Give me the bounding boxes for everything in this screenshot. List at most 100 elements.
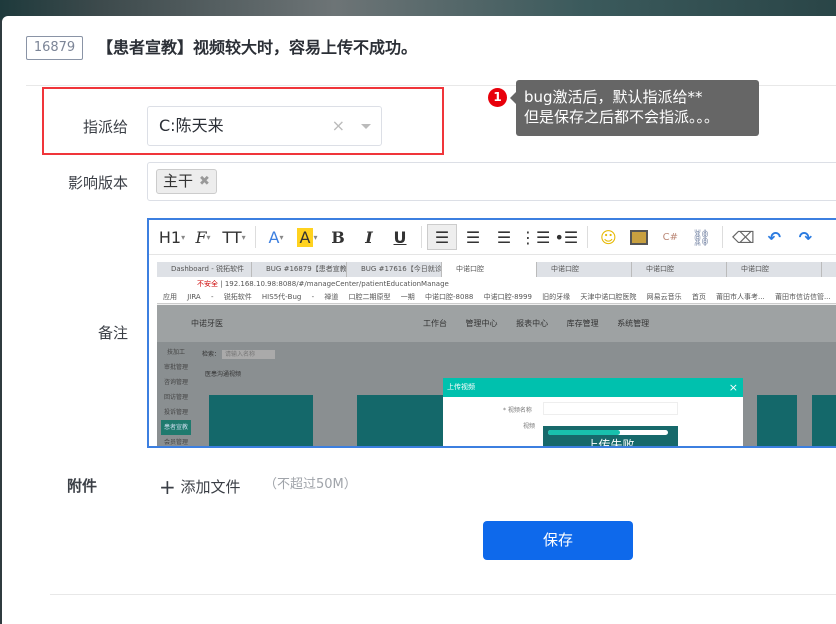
redo-icon[interactable]: ↷ xyxy=(790,224,820,250)
app-side-item: 回访管理 xyxy=(163,394,188,401)
upload-progress-bar xyxy=(548,430,668,435)
embedded-screenshot: Dashboard - 锐拓软件 BUG #16879【患者宣教】 BUG #1… xyxy=(157,262,836,448)
font-family-label: F xyxy=(195,227,207,247)
link-icon[interactable]: ⛓ xyxy=(686,224,716,250)
assign-label: 指派给 xyxy=(82,118,128,136)
version-select[interactable]: 主干 ✖ xyxy=(147,162,836,201)
undo-icon[interactable]: ↶ xyxy=(759,224,789,250)
app-nav-item: 系统管理 xyxy=(617,319,650,328)
annotation-tooltip: bug激活后，默认指派给** 但是保存之后都不会指派。。。 xyxy=(510,80,759,136)
align-left-icon[interactable]: ☰ xyxy=(427,224,457,250)
toolbar-separator xyxy=(255,226,256,248)
code-icon[interactable]: C# xyxy=(655,224,685,250)
search-label: 检索： xyxy=(202,351,221,358)
annotation-line-2: 但是保存之后都不会指派。。。 xyxy=(524,108,720,126)
app-header: 中诺牙医 工作台 管理中心 报表中心 库存管理 系统管理 xyxy=(157,305,836,342)
name-input xyxy=(543,402,678,415)
app-nav-item: 库存管理 xyxy=(566,319,599,328)
section-title: 医患沟通视频 xyxy=(205,371,242,378)
search-input: 请输入名称 xyxy=(221,350,275,359)
unordered-list-icon[interactable]: •☰ xyxy=(551,224,581,250)
browser-tab: 中诺口腔 xyxy=(537,262,632,277)
url-text: 192.168.10.98:8088/#/manageCenter/patien… xyxy=(224,280,449,288)
image-icon[interactable] xyxy=(624,224,654,250)
bookmarks-bar: 应用 JIRA - 锐拓软件 HIS5代-Bug - 禅道 口腔二期原型 一期 … xyxy=(157,291,836,304)
remark-label: 备注 xyxy=(97,324,128,342)
browser-tab: 中诺口腔 xyxy=(442,262,537,277)
issue-id-badge: 16879 xyxy=(26,36,83,60)
browser-tab: 中诺口腔 xyxy=(632,262,727,277)
attachment-hint: （不超过50M） xyxy=(264,477,357,492)
app-side-item: 审批管理 xyxy=(163,364,188,371)
font-size-button[interactable]: TT ▾ xyxy=(219,224,249,250)
field-label: * 视频名称 xyxy=(503,407,532,414)
plus-icon: + xyxy=(159,475,176,499)
attachment-label: 附件 xyxy=(67,477,98,495)
add-file-button[interactable]: + 添加文件 xyxy=(159,475,241,499)
dialog-title: 上传视频 xyxy=(447,383,475,391)
divider xyxy=(50,594,836,595)
remove-tag-icon[interactable]: ✖ xyxy=(199,174,210,189)
video-card xyxy=(812,395,836,446)
browser-url-bar: 不安全 | 192.168.10.98:8088/#/manageCenter/… xyxy=(157,277,836,291)
chevron-down-icon[interactable] xyxy=(361,124,371,129)
version-tag: 主干 ✖ xyxy=(156,169,217,194)
browser-tab: BUG #17616【今日就诊】 xyxy=(347,262,442,277)
insecure-label: 不安全 xyxy=(197,280,218,288)
version-tag-label: 主干 xyxy=(163,172,194,190)
browser-tab: Dashboard - 锐拓软件 xyxy=(157,262,252,277)
annotation-line-1: bug激活后，默认指派给** xyxy=(524,88,703,106)
close-icon: × xyxy=(728,381,738,394)
version-label: 影响版本 xyxy=(67,174,128,192)
app-nav-item: 管理中心 xyxy=(465,319,498,328)
font-size-label: TT xyxy=(222,227,242,247)
align-right-icon[interactable]: ☰ xyxy=(489,224,519,250)
annotation-marker: 1 xyxy=(488,88,507,107)
app-side-item: 咨询管理 xyxy=(163,379,188,386)
app-sidebar: 技加工 审批管理 咨询管理 回访管理 投诉管理 患者宣教 会员管理 xyxy=(161,345,191,446)
toolbar-separator xyxy=(587,226,589,248)
upload-status: 上传失败 xyxy=(586,438,635,448)
app-side-item: 技加工 xyxy=(166,349,185,356)
upload-progress-fill xyxy=(548,430,620,435)
toolbar-separator xyxy=(722,226,724,248)
upload-preview: 上传失败 xyxy=(543,426,678,448)
app-nav-item: 报表中心 xyxy=(516,319,549,328)
browser-tabs: Dashboard - 锐拓软件 BUG #16879【患者宣教】 BUG #1… xyxy=(157,262,836,277)
ordered-list-icon[interactable]: ⋮☰ xyxy=(520,224,550,250)
italic-button[interactable]: I xyxy=(354,224,384,250)
app-name: 中诺牙医 xyxy=(191,319,223,328)
bold-button[interactable]: B xyxy=(323,224,353,250)
save-button[interactable]: 保存 xyxy=(483,521,633,560)
heading-button[interactable]: H1 ▾ xyxy=(157,224,187,250)
assign-select[interactable]: C:陈天来 × xyxy=(147,106,382,146)
browser-tab: BUG #16879【患者宣教】 xyxy=(252,262,347,277)
rich-text-editor[interactable]: H1 ▾ F ▾ TT ▾ A ▾ A ▾ B I U ☰ ☰ ☰ ⋮☰ •☰ ☺ C# … xyxy=(147,218,836,448)
align-center-icon[interactable]: ☰ xyxy=(458,224,488,250)
editor-toolbar: H1 ▾ F ▾ TT ▾ A ▾ A ▾ B I U ☰ ☰ ☰ ⋮☰ •☰ ☺ C# … xyxy=(149,220,836,255)
app-side-item: 患者宣教 xyxy=(161,420,191,435)
clear-icon[interactable]: × xyxy=(332,107,345,145)
highlight-color-button[interactable]: A ▾ xyxy=(292,224,322,250)
font-family-button[interactable]: F ▾ xyxy=(188,224,218,250)
issue-title: 【患者宣教】视频较大时，容易上传不成功。 xyxy=(97,38,418,57)
field-label: 视频 xyxy=(523,423,536,430)
eraser-icon[interactable]: ⌫ xyxy=(728,224,758,250)
app-nav-item: 工作台 xyxy=(423,319,447,328)
upload-dialog: 上传视频 × * 视频名称 视频 上传失败 xyxy=(443,378,743,448)
toolbar-separator xyxy=(421,226,422,248)
highlight-color-label: A xyxy=(296,227,314,247)
add-file-label: 添加文件 xyxy=(180,478,241,496)
video-card xyxy=(757,395,797,446)
underline-button[interactable]: U xyxy=(385,224,415,250)
app-side-item: 会员管理 xyxy=(163,439,188,446)
browser-tab: 中诺口腔 xyxy=(727,262,822,277)
app-nav: 工作台 管理中心 报表中心 库存管理 系统管理 xyxy=(423,318,649,329)
font-color-button[interactable]: A ▾ xyxy=(261,224,291,250)
app-side-item: 投诉管理 xyxy=(163,409,188,416)
heading-label: H1 xyxy=(158,227,182,247)
assign-value: C:陈天来 xyxy=(159,116,224,135)
bug-edit-modal: 16879 【患者宣教】视频较大时，容易上传不成功。 指派给 C:陈天来 × 1… xyxy=(2,16,836,624)
font-color-label: A xyxy=(268,227,280,247)
emoji-icon[interactable]: ☺ xyxy=(593,224,623,250)
